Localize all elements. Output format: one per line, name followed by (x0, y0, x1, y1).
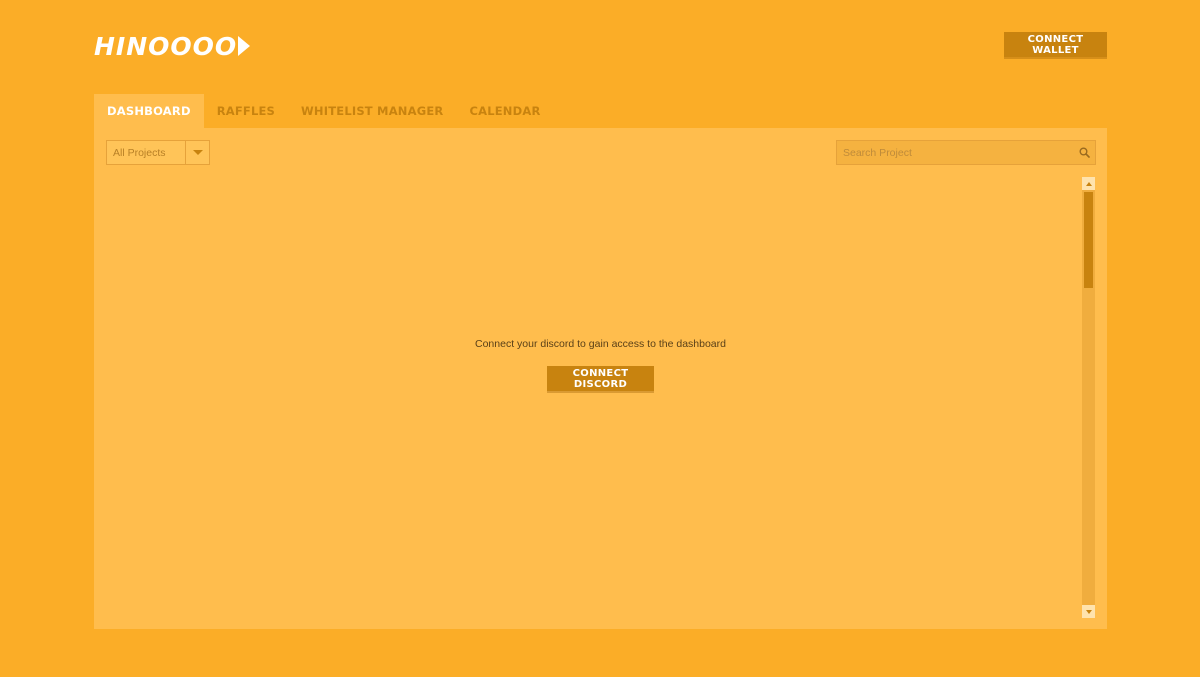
connect-discord-message: Connect your discord to gain access to t… (475, 338, 726, 350)
project-select[interactable]: All Projects (106, 140, 210, 165)
tab-whitelist-manager[interactable]: WHITELIST MANAGER (288, 94, 456, 128)
search-icon[interactable] (1073, 141, 1095, 164)
page: HINOOOO CONNECT WALLET DASHBOARD RAFFLES… (0, 0, 1200, 677)
project-select-toggle[interactable] (185, 141, 209, 164)
dashboard-panel: All Projects Connect your discord to gai… (94, 128, 1107, 629)
search-box (836, 140, 1096, 165)
logo[interactable]: HINOOOO (94, 31, 251, 61)
scroll-up-button[interactable] (1082, 177, 1095, 190)
project-select-value: All Projects (113, 146, 166, 159)
chevron-up-icon (1085, 181, 1092, 186)
tab-dashboard[interactable]: DASHBOARD (94, 94, 204, 128)
chevron-down-icon (192, 150, 203, 155)
tab-bar: DASHBOARD RAFFLES WHITELIST MANAGER CALE… (94, 94, 554, 128)
search-input[interactable] (837, 141, 1073, 164)
tab-calendar[interactable]: CALENDAR (456, 94, 553, 128)
scroll-down-button[interactable] (1082, 605, 1095, 618)
chevron-down-icon (1085, 609, 1092, 614)
scrollbar[interactable] (1082, 177, 1095, 618)
play-arrow-icon (238, 36, 251, 56)
connect-wallet-button[interactable]: CONNECT WALLET (1004, 32, 1107, 57)
logo-text: HINOOOO (94, 31, 238, 61)
tab-raffles[interactable]: RAFFLES (204, 94, 288, 128)
scroll-thumb[interactable] (1084, 192, 1093, 288)
connect-discord-button[interactable]: CONNECT DISCORD (547, 366, 654, 391)
